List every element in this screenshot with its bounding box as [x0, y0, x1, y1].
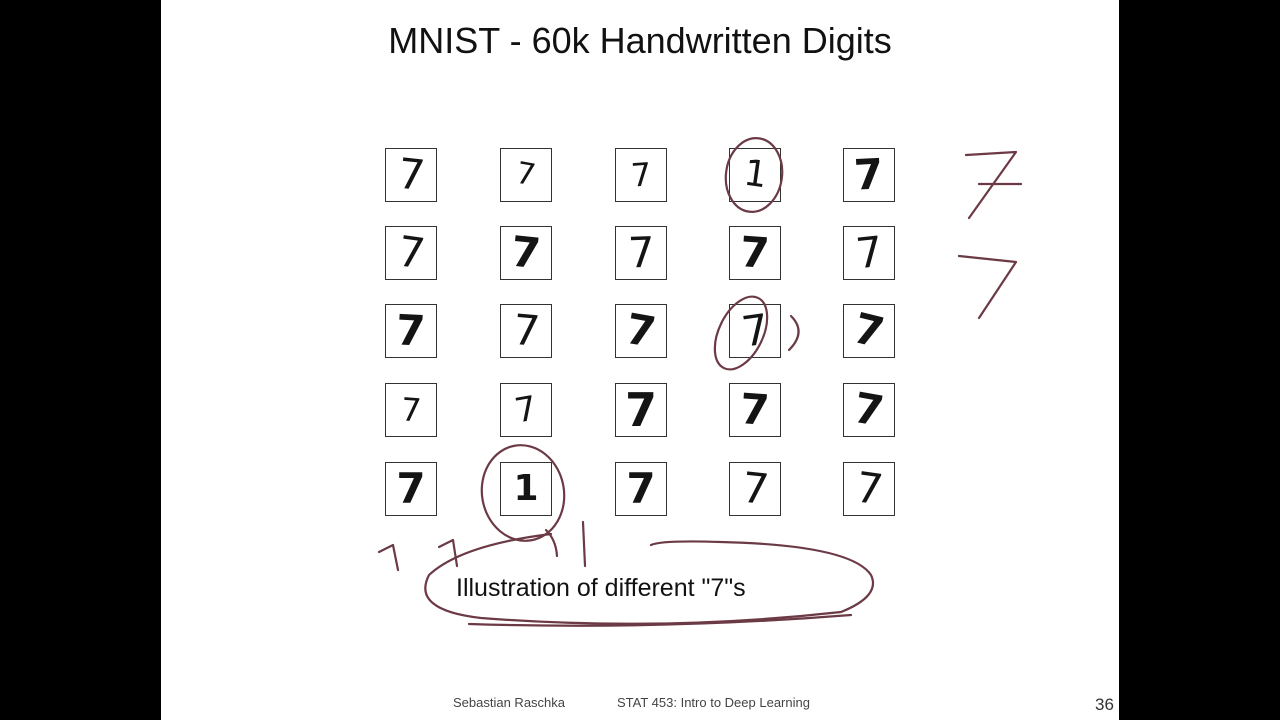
digit-image: 7 — [738, 227, 772, 278]
digit-image: 7 — [622, 303, 660, 358]
digit-cell: 1 — [500, 462, 552, 516]
digit-image: 7 — [738, 384, 772, 435]
digit-image: 7 — [394, 226, 428, 279]
digit-image: 7 — [395, 148, 427, 201]
slide-title: MNIST - 60k Handwritten Digits — [388, 20, 892, 61]
digit-image: 7 — [738, 304, 772, 357]
digit-cell: 7 — [615, 148, 667, 202]
digit-cell: 7 — [385, 304, 437, 358]
ink-caption-underline — [467, 613, 853, 627]
digit-image: 1 — [513, 468, 539, 509]
ink-tick-mark — [581, 520, 587, 568]
digit-image: 7 — [624, 383, 657, 437]
ink-tick-mark — [377, 543, 400, 572]
digit-image: 7 — [629, 155, 653, 195]
ink-margin-seven — [964, 150, 1023, 220]
ink-margin-seven — [957, 254, 1018, 320]
digit-image: 7 — [395, 305, 427, 356]
footer-course: STAT 453: Intro to Deep Learning — [617, 695, 810, 710]
digit-image: 1 — [740, 152, 770, 197]
digit-image: 7 — [852, 462, 886, 515]
digit-cell: 7 — [843, 226, 895, 280]
digit-cell: 7 — [615, 462, 667, 516]
digit-cell: 7 — [729, 462, 781, 516]
digit-image: 7 — [511, 388, 541, 432]
figure-caption: Illustration of different "7"s — [456, 574, 746, 602]
digit-image: 7 — [739, 462, 771, 515]
digit-cell: 1 — [729, 148, 781, 202]
digit-image: 7 — [626, 227, 656, 278]
ink-tick-mark — [437, 538, 459, 568]
digit-cell: 7 — [615, 304, 667, 358]
digit-cell: 7 — [500, 383, 552, 437]
digit-cell: 7 — [729, 226, 781, 280]
digit-image: 7 — [850, 382, 888, 437]
ink-tick-mark — [544, 528, 559, 558]
digit-image: 7 — [510, 304, 542, 357]
digit-image: 7 — [513, 155, 539, 194]
digit-cell: 7 — [500, 148, 552, 202]
digit-cell: 7 — [615, 226, 667, 280]
digit-cell: 7 — [615, 383, 667, 437]
digit-cell: 7 — [385, 226, 437, 280]
digit-cell: 7 — [729, 304, 781, 358]
digit-cell: 7 — [843, 148, 895, 202]
digit-image: 7 — [396, 464, 426, 513]
digit-cell: 7 — [729, 383, 781, 437]
digit-cell: 7 — [385, 383, 437, 437]
digit-image: 7 — [626, 464, 656, 513]
digit-image: 7 — [849, 303, 890, 358]
page-number: 36 — [1095, 695, 1114, 714]
digit-cell: 7 — [843, 462, 895, 516]
digit-image: 7 — [853, 226, 885, 279]
digit-cell: 7 — [385, 462, 437, 516]
digit-cell: 7 — [843, 383, 895, 437]
slide: MNIST - 60k Handwritten Digits 7 7 7 1 7… — [161, 0, 1119, 720]
digit-cell: 7 — [843, 303, 895, 358]
digit-image: 7 — [508, 226, 544, 279]
digit-cell: 7 — [385, 148, 437, 202]
digit-image: 7 — [399, 390, 423, 430]
digit-image: 7 — [853, 149, 885, 200]
digit-cell: 7 — [500, 304, 552, 358]
digit-cell: 7 — [500, 226, 552, 280]
footer-author: Sebastian Raschka — [453, 695, 566, 710]
digit-grid: 7 7 7 1 7 7 7 7 7 7 7 7 7 7 7 7 7 7 7 7 … — [385, 148, 899, 516]
